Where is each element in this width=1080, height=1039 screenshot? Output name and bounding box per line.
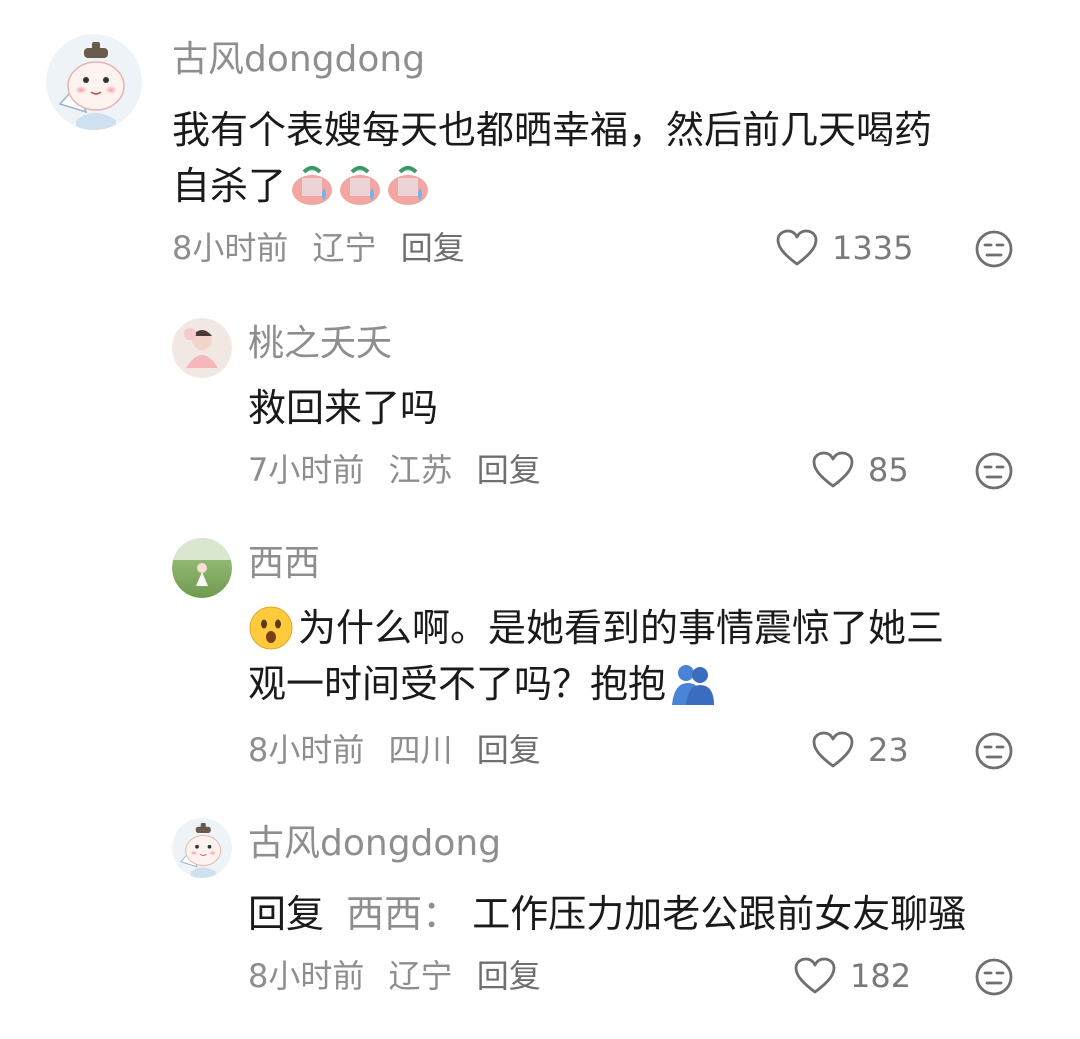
reply-target-user[interactable]: 西西：: [346, 892, 460, 936]
crying-emoji: [292, 166, 333, 205]
user-name[interactable]: 古风dongdong: [248, 822, 501, 866]
like-button[interactable]: 1335: [776, 228, 913, 268]
heart-outline-icon: [812, 451, 854, 488]
comment-meta: 7小时前 江苏 回复: [248, 450, 555, 490]
user-name[interactable]: 西西: [248, 542, 320, 586]
crying-emoji: [340, 166, 381, 205]
comment-location: 四川: [388, 731, 453, 769]
comment-time: 8小时前: [248, 731, 365, 769]
user-name[interactable]: 桃之夭夭: [248, 322, 392, 366]
neutral-face-icon[interactable]: [974, 957, 1014, 997]
comment-meta: 8小时前 辽宁 回复: [172, 228, 479, 268]
like-button[interactable]: 23: [812, 730, 909, 770]
comment-location: 辽宁: [388, 957, 453, 995]
avatar[interactable]: [46, 34, 142, 130]
reply-item: 西西 为什么啊。是她看到的事情震惊了她三 观一时间受不了吗？抱抱 8小时前 四川…: [0, 510, 1080, 800]
comment-item: 古风dongdong 我有个表嫂每天也都晒幸福，然后前几天喝药 自杀了 8小时前…: [0, 0, 1080, 290]
like-count: 85: [868, 451, 909, 489]
like-count: 23: [868, 731, 909, 769]
heart-outline-icon: [776, 229, 818, 266]
comment-text: 救回来了吗: [248, 380, 438, 436]
comment-text-line: 为什么啊。是她看到的事情震惊了她三: [298, 606, 945, 650]
comment-text-line: 救回来了吗: [248, 386, 439, 430]
like-button[interactable]: 182: [794, 956, 911, 996]
comment-text: 我有个表嫂每天也都晒幸福，然后前几天喝药 自杀了: [172, 102, 932, 214]
comment-text: 回复 西西： 工作压力加老公跟前女友聊骚: [248, 886, 966, 942]
surprised-face-emoji: [249, 606, 293, 650]
comment-text-line: 自杀了: [172, 158, 932, 214]
neutral-face-icon[interactable]: [974, 229, 1014, 269]
like-count: 1335: [832, 229, 914, 267]
comment-time: 7小时前: [248, 451, 365, 489]
people-hugging-emoji: [672, 665, 715, 705]
like-count: 182: [850, 957, 912, 995]
comment-meta: 8小时前 辽宁 回复: [248, 956, 555, 996]
comment-location: 江苏: [388, 451, 453, 489]
emoji-group: [290, 166, 432, 206]
comment-text-line: 工作压力加老公跟前女友聊骚: [472, 892, 967, 936]
comment-time: 8小时前: [172, 229, 289, 267]
heart-outline-icon: [794, 957, 836, 994]
reply-item: 桃之夭夭 救回来了吗 7小时前 江苏 回复 85: [0, 290, 1080, 510]
comment-time: 8小时前: [248, 957, 365, 995]
comment-text-line: 观一时间受不了吗？抱抱: [248, 662, 667, 706]
like-button[interactable]: 85: [812, 450, 909, 490]
reply-item: 古风dongdong 回复 西西： 工作压力加老公跟前女友聊骚 8小时前 辽宁 …: [0, 800, 1080, 1039]
comment-text-line: 观一时间受不了吗？抱抱: [248, 656, 944, 712]
neutral-face-icon[interactable]: [974, 731, 1014, 771]
comment-text-line: 回复 西西： 工作压力加老公跟前女友聊骚: [248, 886, 966, 942]
reply-button[interactable]: 回复: [401, 229, 465, 267]
comment-text-line: 为什么啊。是她看到的事情震惊了她三: [248, 600, 944, 656]
reply-button[interactable]: 回复: [477, 451, 541, 489]
avatar[interactable]: [172, 538, 232, 598]
comment-text-line: 自杀了: [172, 164, 287, 208]
reply-button[interactable]: 回复: [477, 957, 541, 995]
neutral-face-icon[interactable]: [974, 451, 1014, 491]
reply-button[interactable]: 回复: [477, 731, 541, 769]
avatar[interactable]: [172, 818, 232, 878]
heart-outline-icon: [812, 731, 854, 768]
reply-prefix: 回复: [248, 892, 325, 936]
user-name[interactable]: 古风dongdong: [172, 38, 425, 82]
crying-emoji: [388, 166, 429, 205]
comment-text: 为什么啊。是她看到的事情震惊了她三 观一时间受不了吗？抱抱: [248, 600, 944, 712]
avatar[interactable]: [172, 318, 232, 378]
comment-location: 辽宁: [312, 229, 377, 267]
comment-text-line: 我有个表嫂每天也都晒幸福，然后前几天喝药: [172, 108, 933, 152]
comment-meta: 8小时前 四川 回复: [248, 730, 555, 770]
